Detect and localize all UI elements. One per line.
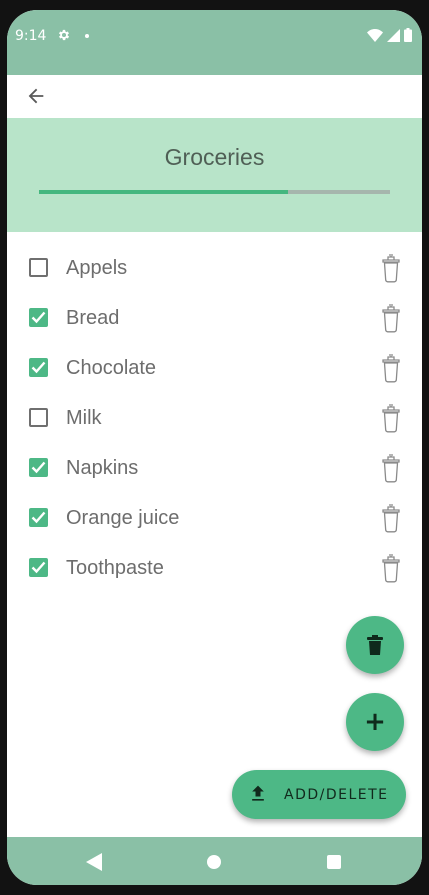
trash-icon[interactable]: [381, 553, 401, 588]
item-label: Napkins: [66, 457, 139, 479]
item-checkbox[interactable]: [29, 258, 48, 277]
status-icons: [367, 28, 412, 42]
battery-icon: [404, 28, 412, 42]
item-label: Appels: [66, 257, 128, 279]
list-item: Appels: [7, 244, 422, 294]
list-item: Napkins: [7, 444, 422, 494]
nav-home-icon[interactable]: [207, 855, 221, 869]
item-checkbox[interactable]: [29, 308, 48, 327]
delete-checked-button[interactable]: [346, 616, 404, 674]
item-label: Chocolate: [66, 357, 157, 379]
navigation-bar: [7, 837, 422, 885]
trash-icon: [367, 635, 383, 655]
trash-icon[interactable]: [381, 403, 401, 438]
trash-icon[interactable]: [381, 303, 401, 338]
status-time: 9:14: [15, 28, 47, 44]
add-icon: +: [364, 707, 386, 737]
wifi-icon: [367, 28, 383, 42]
item-label: Orange juice: [66, 507, 180, 529]
list-item: Orange juice: [7, 494, 422, 544]
page-title: Groceries: [164, 144, 265, 170]
list-item: Bread: [7, 294, 422, 344]
list-item: Toothpaste: [7, 544, 422, 594]
back-arrow-icon[interactable]: [25, 85, 47, 112]
trash-icon[interactable]: [381, 253, 401, 288]
progress-fill: [39, 190, 289, 194]
item-checkbox[interactable]: [29, 458, 48, 477]
trash-icon[interactable]: [381, 353, 401, 388]
list-item: Chocolate: [7, 344, 422, 394]
add-item-button[interactable]: +: [346, 693, 404, 751]
signal-icon: [387, 28, 400, 42]
nav-back-icon[interactable]: [86, 853, 102, 871]
settings-gear-icon: [57, 28, 71, 47]
trash-icon[interactable]: [381, 453, 401, 488]
nav-recents-icon[interactable]: [327, 855, 341, 869]
app-bar: [7, 75, 422, 118]
item-label: Milk: [66, 407, 102, 429]
trash-icon[interactable]: [381, 503, 401, 538]
phone-screen: 9:14 Groceries Appels Bread Chocolate Mi…: [7, 10, 422, 885]
item-checkbox[interactable]: [29, 358, 48, 377]
notification-dot-icon: [85, 34, 89, 38]
progress-bar: [39, 190, 390, 194]
list-header: Groceries: [7, 118, 422, 232]
add-delete-button[interactable]: ADD/DELETE: [232, 770, 406, 819]
item-checkbox[interactable]: [29, 408, 48, 427]
list-item: Milk: [7, 394, 422, 444]
add-delete-label: ADD/DELETE: [284, 787, 389, 803]
status-bar: 9:14: [7, 10, 422, 75]
item-label: Bread: [66, 307, 120, 329]
item-label: Toothpaste: [66, 557, 164, 579]
item-checkbox[interactable]: [29, 558, 48, 577]
item-checkbox[interactable]: [29, 508, 48, 527]
upload-icon: [248, 784, 268, 809]
